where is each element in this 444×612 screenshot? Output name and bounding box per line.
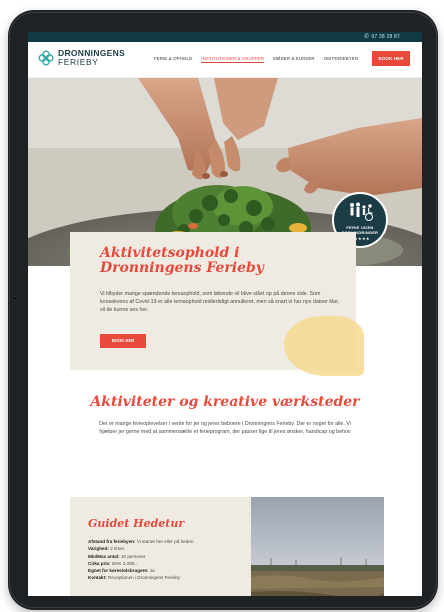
guided-tour-card: Guidet Hedetur Afstand fra feriebyen: Vi… xyxy=(70,497,384,596)
heath-landscape-image xyxy=(251,497,384,596)
tour-detail-row: Cirka pris: DKK 3.000,- xyxy=(88,560,233,567)
tour-detail-value: Ja xyxy=(149,568,155,574)
top-contact-bar: ✆ 97 38 28 87 xyxy=(28,32,422,42)
tour-detail-row: Min/Max antal: 10 personer xyxy=(88,553,233,560)
tour-detail-value: 2 timer xyxy=(110,546,125,552)
activities-heading: Aktiviteter og kreative værksteder xyxy=(90,394,360,410)
tour-detail-value: 10 personer xyxy=(120,553,146,559)
activities-paragraph: Der er mange ferieoplevelser i vente for… xyxy=(99,421,351,435)
tour-detail-row: Egnet for kørestolsbrugere: Ja xyxy=(88,567,233,574)
camera-icon xyxy=(12,296,17,301)
site-logo[interactable]: DRONNINGENS FERIEBY xyxy=(38,49,125,66)
nav-menu: FERIE & OPHOLD INSTITUTIONER & GRUPPER M… xyxy=(154,56,367,63)
tour-detail-label: Afstand fra feriebyen: xyxy=(88,539,136,544)
tour-detail-label: Varighed: xyxy=(88,546,109,552)
nav-item-moder-kurser[interactable]: MØDER & KURSER xyxy=(273,56,314,63)
main-navigation: DRONNINGENS FERIEBY FERIE & OPHOLD INSTI… xyxy=(28,42,422,78)
intro-heading: Aktivitetsophold i Dronningens Ferieby xyxy=(100,245,264,276)
tour-detail-value: DKK 3.000,- xyxy=(112,560,138,566)
nav-item-om-feriebyen[interactable]: OM FERIEBYEN xyxy=(324,56,358,63)
tour-detail-value: Vi starter her eller på heden xyxy=(136,539,194,544)
intro-book-button[interactable]: BOOK HER xyxy=(100,334,146,348)
flower-logo-icon xyxy=(38,50,54,65)
tour-detail-row: Kontakt: Receptionen i Dronningens Ferie… xyxy=(88,574,233,581)
logo-wordmark: DRONNINGENS FERIEBY xyxy=(58,49,125,66)
tour-detail-row: Varighed: 2 timer xyxy=(88,545,233,552)
nav-item-institutioner-grupper[interactable]: INSTITUTIONER & GRUPPER xyxy=(201,56,265,63)
tour-detail-label: Egnet for kørestolsbrugere: xyxy=(88,568,149,574)
book-now-button[interactable]: BOOK HER xyxy=(372,51,410,66)
family-accessibility-icon xyxy=(350,202,373,221)
activities-section: Aktiviteter og kreative værksteder Der e… xyxy=(28,394,422,436)
intro-paragraph: Vi tilbyder mange spændende temaophold, … xyxy=(100,291,340,313)
tour-detail-value: Receptionen i Dronningens Ferieby xyxy=(107,575,180,581)
tour-detail-label: Cirka pris: xyxy=(88,560,111,566)
intro-card: Aktivitetsophold i Dronningens Ferieby V… xyxy=(70,232,364,376)
heath-landscape-photo xyxy=(251,497,384,596)
phone-icon: ✆ xyxy=(364,34,370,40)
phone-number[interactable]: ✆ 97 38 28 87 xyxy=(364,33,400,40)
phone-number-text: 97 38 28 87 xyxy=(371,34,400,40)
logo-line-2: FERIEBY xyxy=(58,56,99,67)
tour-detail-label: Min/Max antal: xyxy=(88,553,120,559)
tour-details-list: Afstand fra feriebyen: Vi starter her el… xyxy=(88,538,233,582)
nav-item-ferie-ophold[interactable]: FERIE & OPHOLD xyxy=(154,56,192,63)
tour-detail-label: Kontakt: xyxy=(88,575,107,581)
decorative-shape xyxy=(284,316,364,376)
tour-detail-row: Afstand fra feriebyen: Vi starter her el… xyxy=(88,538,233,545)
guided-tour-heading: Guidet Hedetur xyxy=(88,517,185,530)
website-screen: ✆ 97 38 28 87 DRONNINGENS FERIEBY FERIE &… xyxy=(28,32,422,596)
